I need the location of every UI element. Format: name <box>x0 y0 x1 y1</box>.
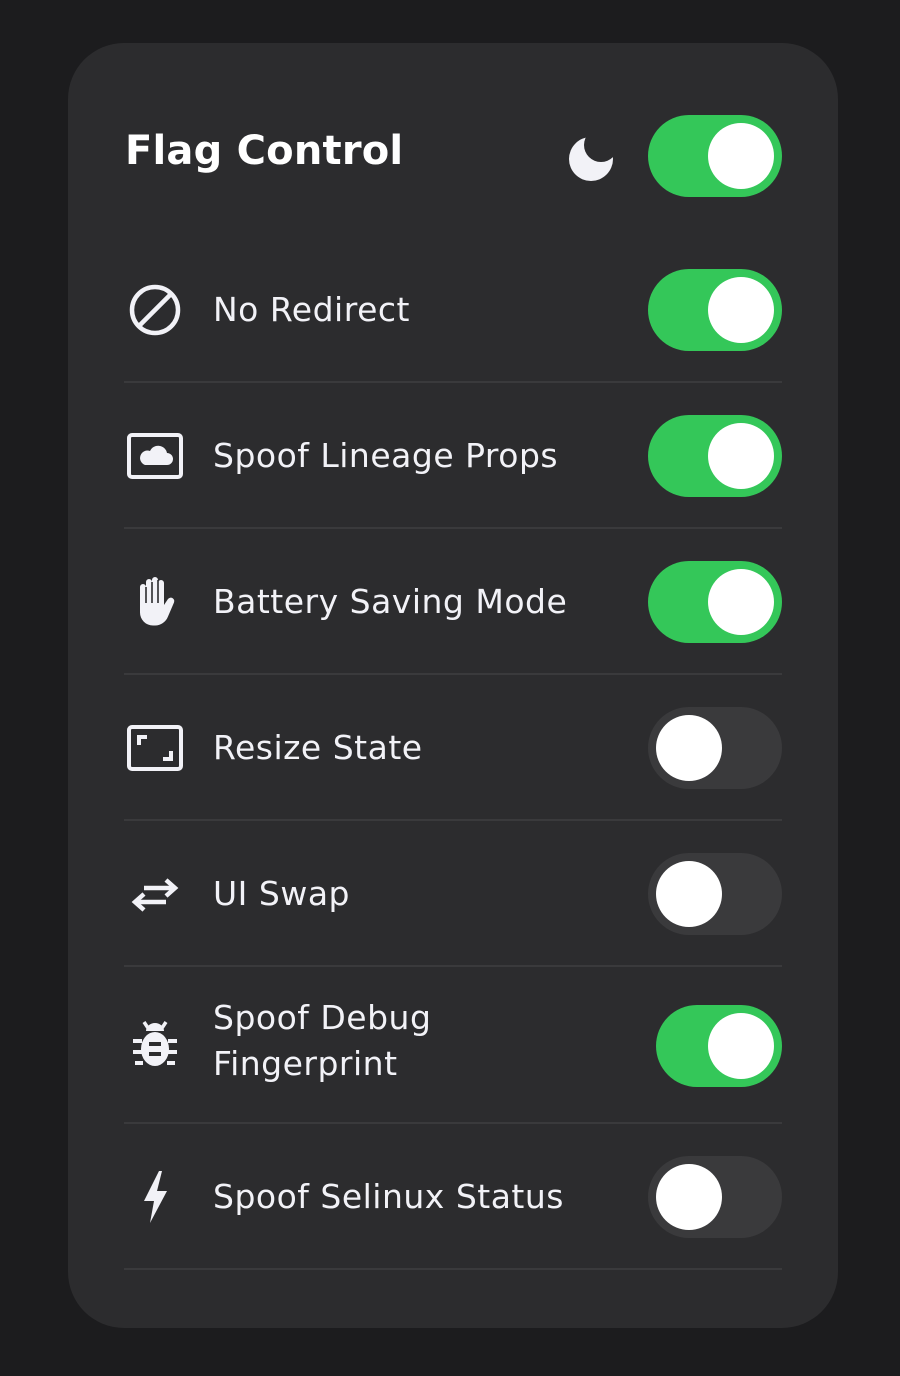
toggle-knob <box>656 715 722 781</box>
list-item-resize-state: Resize State <box>124 675 782 821</box>
spoof-lineage-props-toggle[interactable] <box>648 415 782 497</box>
item-label: Spoof Selinux Status <box>213 1177 564 1216</box>
cloud-window-icon <box>127 433 183 479</box>
panel-header: Flag Control <box>125 115 782 197</box>
list-item-spoof-debug-fingerprint: Spoof Debug Fingerprint <box>124 967 782 1124</box>
toggle-knob <box>708 1013 774 1079</box>
panel-title: Flag Control <box>125 128 404 174</box>
resize-frame-icon <box>127 725 183 771</box>
flag-control-panel: Flag Control No Redirect Spoof Lineage P… <box>68 43 838 1328</box>
toggle-knob <box>708 277 774 343</box>
toggle-knob <box>656 861 722 927</box>
spoof-selinux-status-toggle[interactable] <box>648 1156 782 1238</box>
list-item-battery-saving-mode: Battery Saving Mode <box>124 529 782 675</box>
ui-swap-toggle[interactable] <box>648 853 782 935</box>
master-toggle[interactable] <box>648 115 782 197</box>
swap-arrows-icon <box>131 878 179 912</box>
list-item-ui-swap: UI Swap <box>124 821 782 967</box>
resize-state-toggle[interactable] <box>648 707 782 789</box>
spoof-debug-fingerprint-toggle[interactable] <box>656 1005 782 1087</box>
no-redirect-toggle[interactable] <box>648 269 782 351</box>
hand-icon <box>140 577 175 626</box>
item-label: UI Swap <box>213 874 350 913</box>
list-item-spoof-selinux-status: Spoof Selinux Status <box>124 1124 782 1270</box>
toggle-knob <box>656 1164 722 1230</box>
list-item-spoof-lineage-props: Spoof Lineage Props <box>124 383 782 529</box>
moon-icon[interactable] <box>565 131 617 183</box>
bug-icon <box>133 1021 177 1066</box>
battery-saving-mode-toggle[interactable] <box>648 561 782 643</box>
toggle-knob <box>708 423 774 489</box>
toggle-knob <box>708 123 774 189</box>
item-label: Spoof Debug Fingerprint <box>213 998 432 1083</box>
toggle-knob <box>708 569 774 635</box>
item-label: Spoof Lineage Props <box>213 436 559 475</box>
list-item-no-redirect: No Redirect <box>124 237 782 383</box>
item-label: No Redirect <box>213 290 410 329</box>
block-icon <box>129 284 181 336</box>
item-label: Battery Saving Mode <box>213 582 568 621</box>
bolt-icon <box>144 1171 167 1223</box>
item-label: Resize State <box>213 728 423 767</box>
